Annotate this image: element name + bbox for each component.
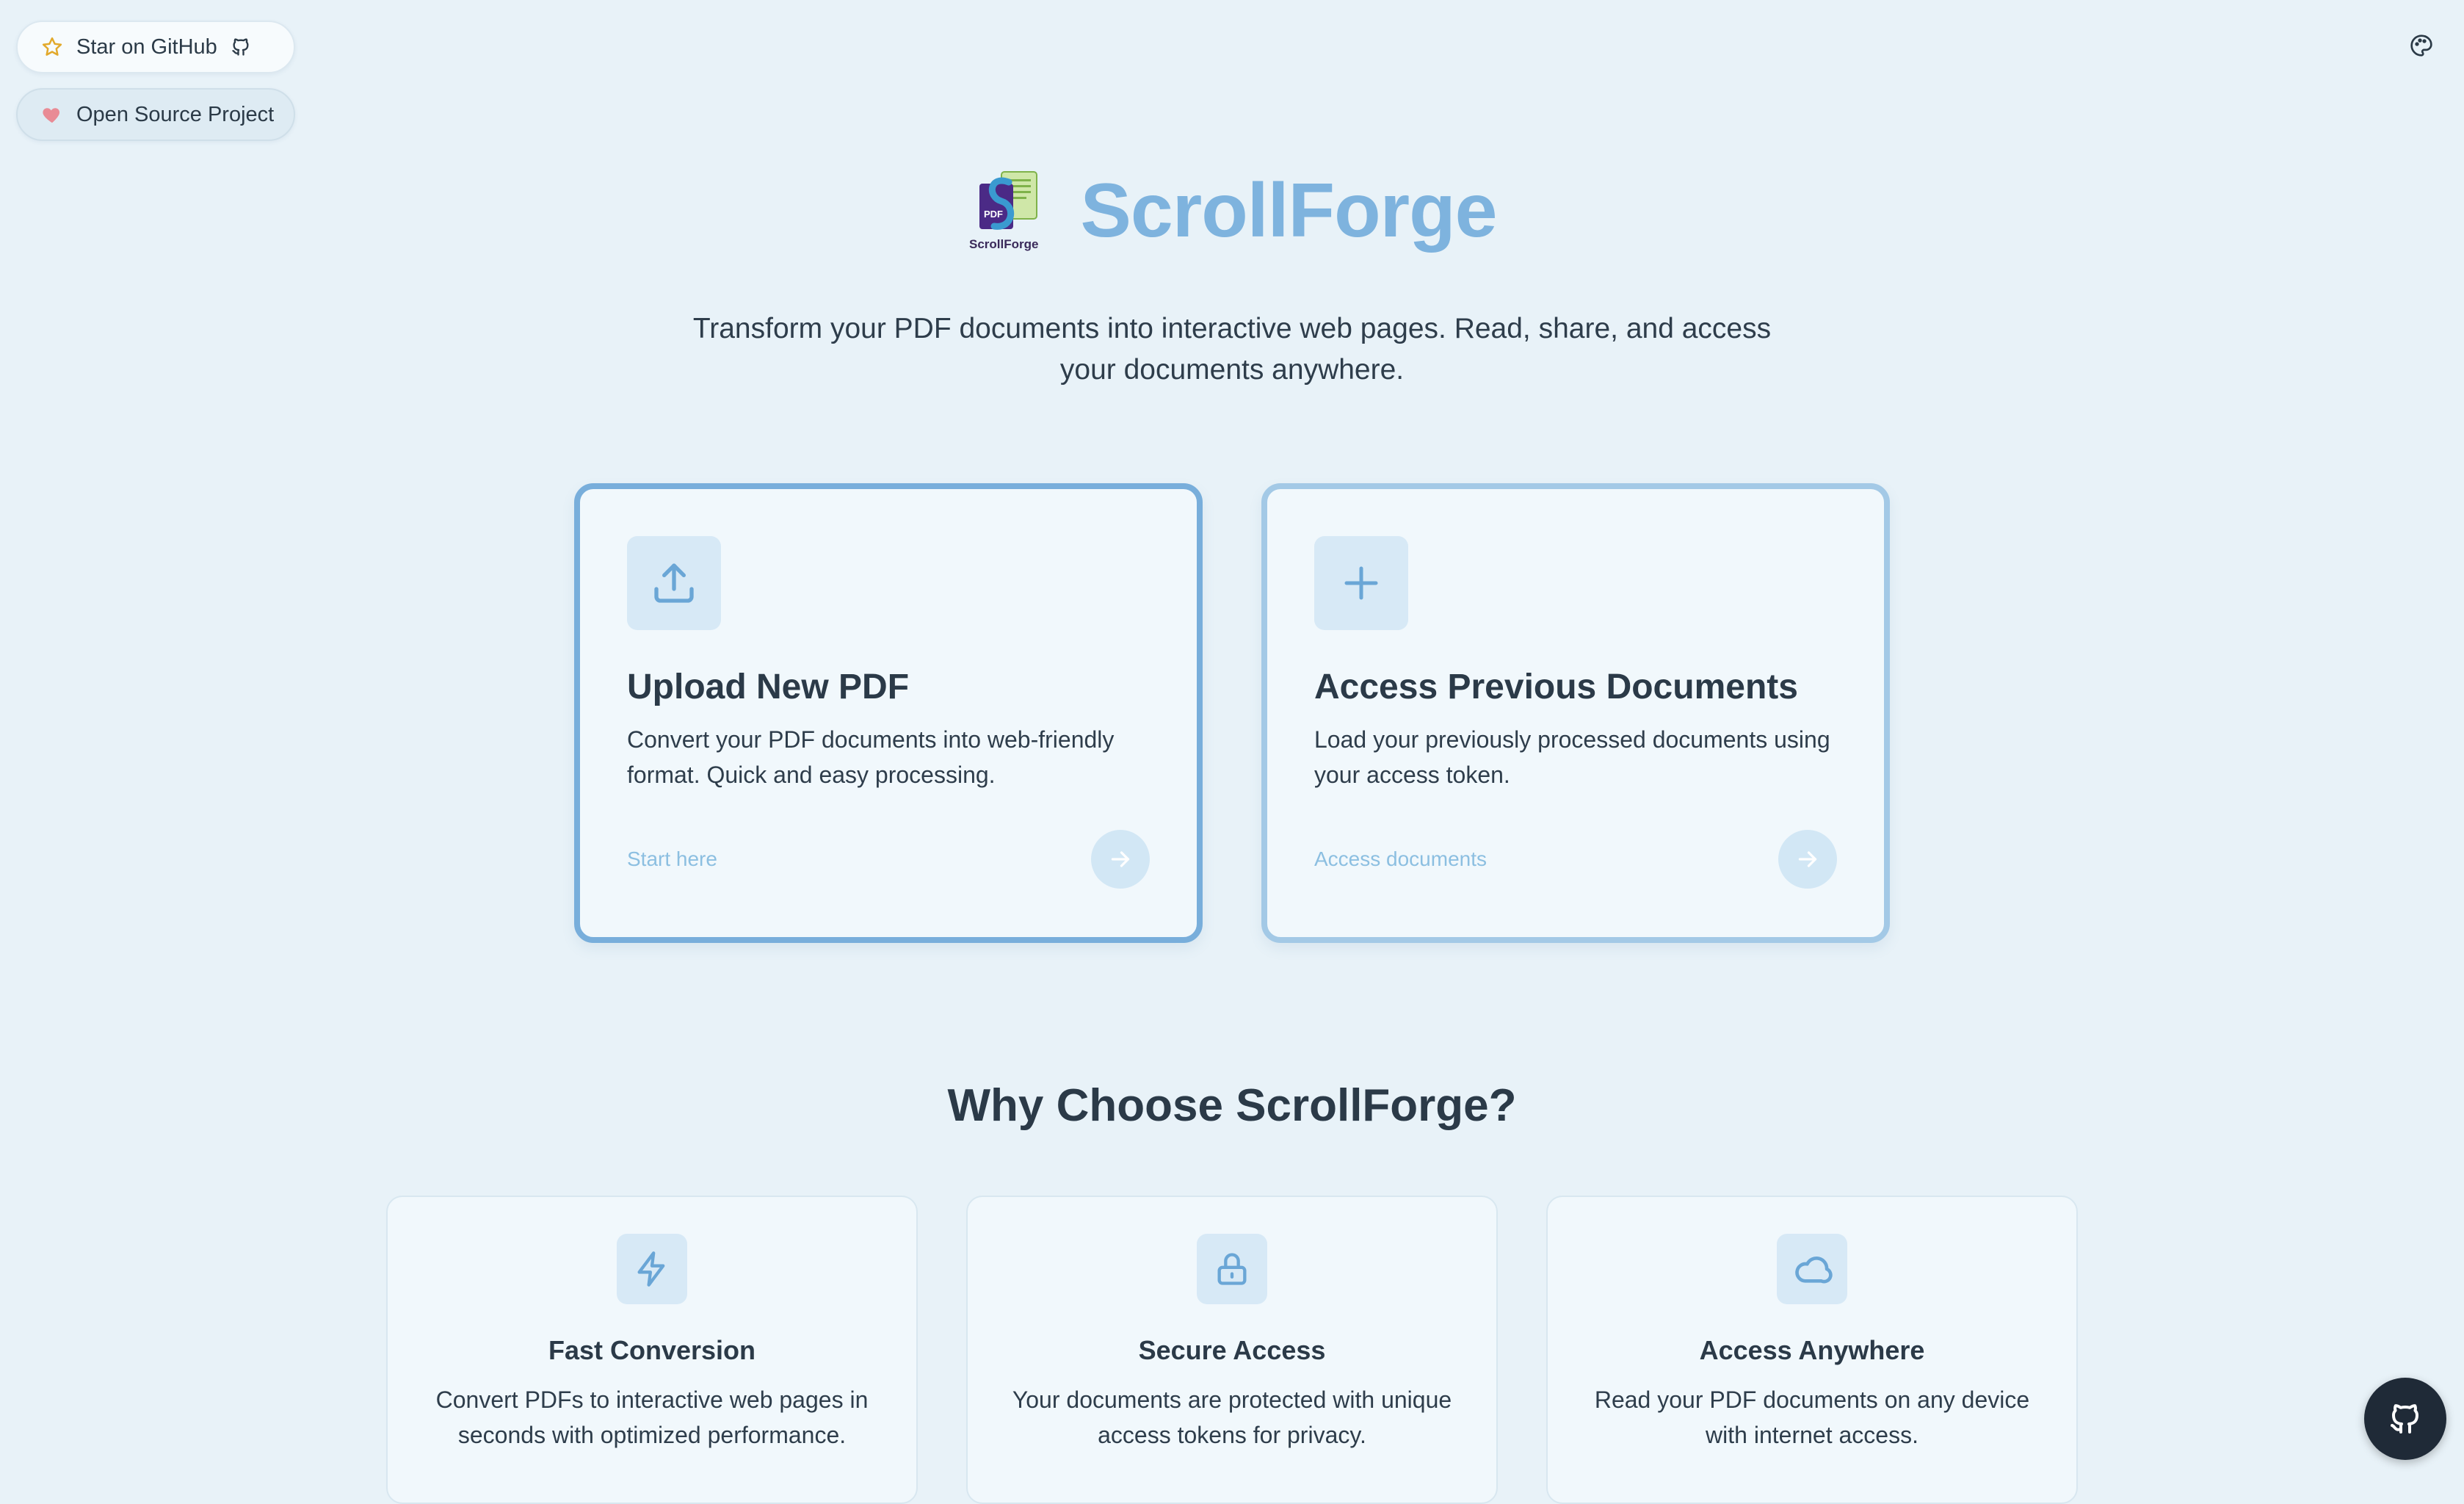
access-card-description: Load your previously processed documents… — [1314, 726, 1830, 788]
star-icon — [42, 37, 62, 56]
feature-description: Convert PDFs to interactive web pages in… — [435, 1386, 869, 1448]
access-documents-link[interactable]: Access documents — [1314, 847, 1487, 871]
upload-card-title: Upload New PDF — [627, 668, 910, 706]
arrow-right-icon — [1111, 851, 1130, 867]
app-title: ScrollForge — [1080, 168, 1498, 253]
open-source-label: Open Source Project — [76, 102, 275, 126]
start-here-link[interactable]: Start here — [627, 847, 717, 871]
github-fab-button[interactable] — [2364, 1378, 2446, 1460]
heart-icon — [43, 108, 60, 123]
feature-description: Read your PDF documents on any device wi… — [1594, 1386, 2030, 1448]
feature-card-secure-access: Secure Access Your documents are protect… — [966, 1196, 1498, 1504]
features-section-title: Why Choose ScrollForge? — [947, 1080, 1517, 1131]
svg-text:ScrollForge: ScrollForge — [969, 237, 1038, 251]
plus-icon — [1314, 536, 1408, 630]
access-previous-documents-card[interactable]: Access Previous Documents Load your prev… — [1261, 483, 1890, 943]
star-on-github-button[interactable]: Star on GitHub — [16, 21, 295, 73]
scrollforge-logo: PDF ScrollForge — [968, 167, 1048, 254]
access-arrow-button[interactable] — [1778, 830, 1837, 889]
open-source-project-badge[interactable]: Open Source Project — [16, 88, 295, 141]
feature-card-fast-conversion: Fast Conversion Convert PDFs to interact… — [386, 1196, 918, 1504]
feature-title: Secure Access — [1138, 1335, 1326, 1365]
feature-description: Your documents are protected with unique… — [1012, 1386, 1452, 1448]
arrow-right-icon — [1798, 851, 1817, 867]
access-card-title: Access Previous Documents — [1314, 668, 1798, 706]
github-label: Star on GitHub — [76, 35, 217, 59]
upload-new-pdf-card[interactable]: Upload New PDF Convert your PDF document… — [574, 483, 1203, 943]
lightning-icon — [617, 1234, 687, 1304]
svg-text:PDF: PDF — [984, 209, 1003, 220]
theme-palette-button[interactable] — [2408, 32, 2435, 59]
github-icon — [232, 38, 249, 56]
lock-icon — [1197, 1234, 1267, 1304]
cloud-icon — [1777, 1234, 1847, 1304]
upload-icon — [627, 536, 721, 630]
feature-card-access-anywhere: Access Anywhere Read your PDF documents … — [1546, 1196, 2078, 1504]
hero-header: PDF ScrollForge ScrollForge — [0, 167, 2464, 254]
feature-title: Access Anywhere — [1699, 1335, 1925, 1365]
upload-card-description: Convert your PDF documents into web-frie… — [627, 726, 1115, 788]
upload-arrow-button[interactable] — [1091, 830, 1150, 889]
palette-icon — [2410, 35, 2432, 57]
tagline: Transform your PDF documents into intera… — [692, 313, 1772, 386]
feature-title: Fast Conversion — [548, 1335, 756, 1365]
github-icon — [2391, 1404, 2418, 1434]
